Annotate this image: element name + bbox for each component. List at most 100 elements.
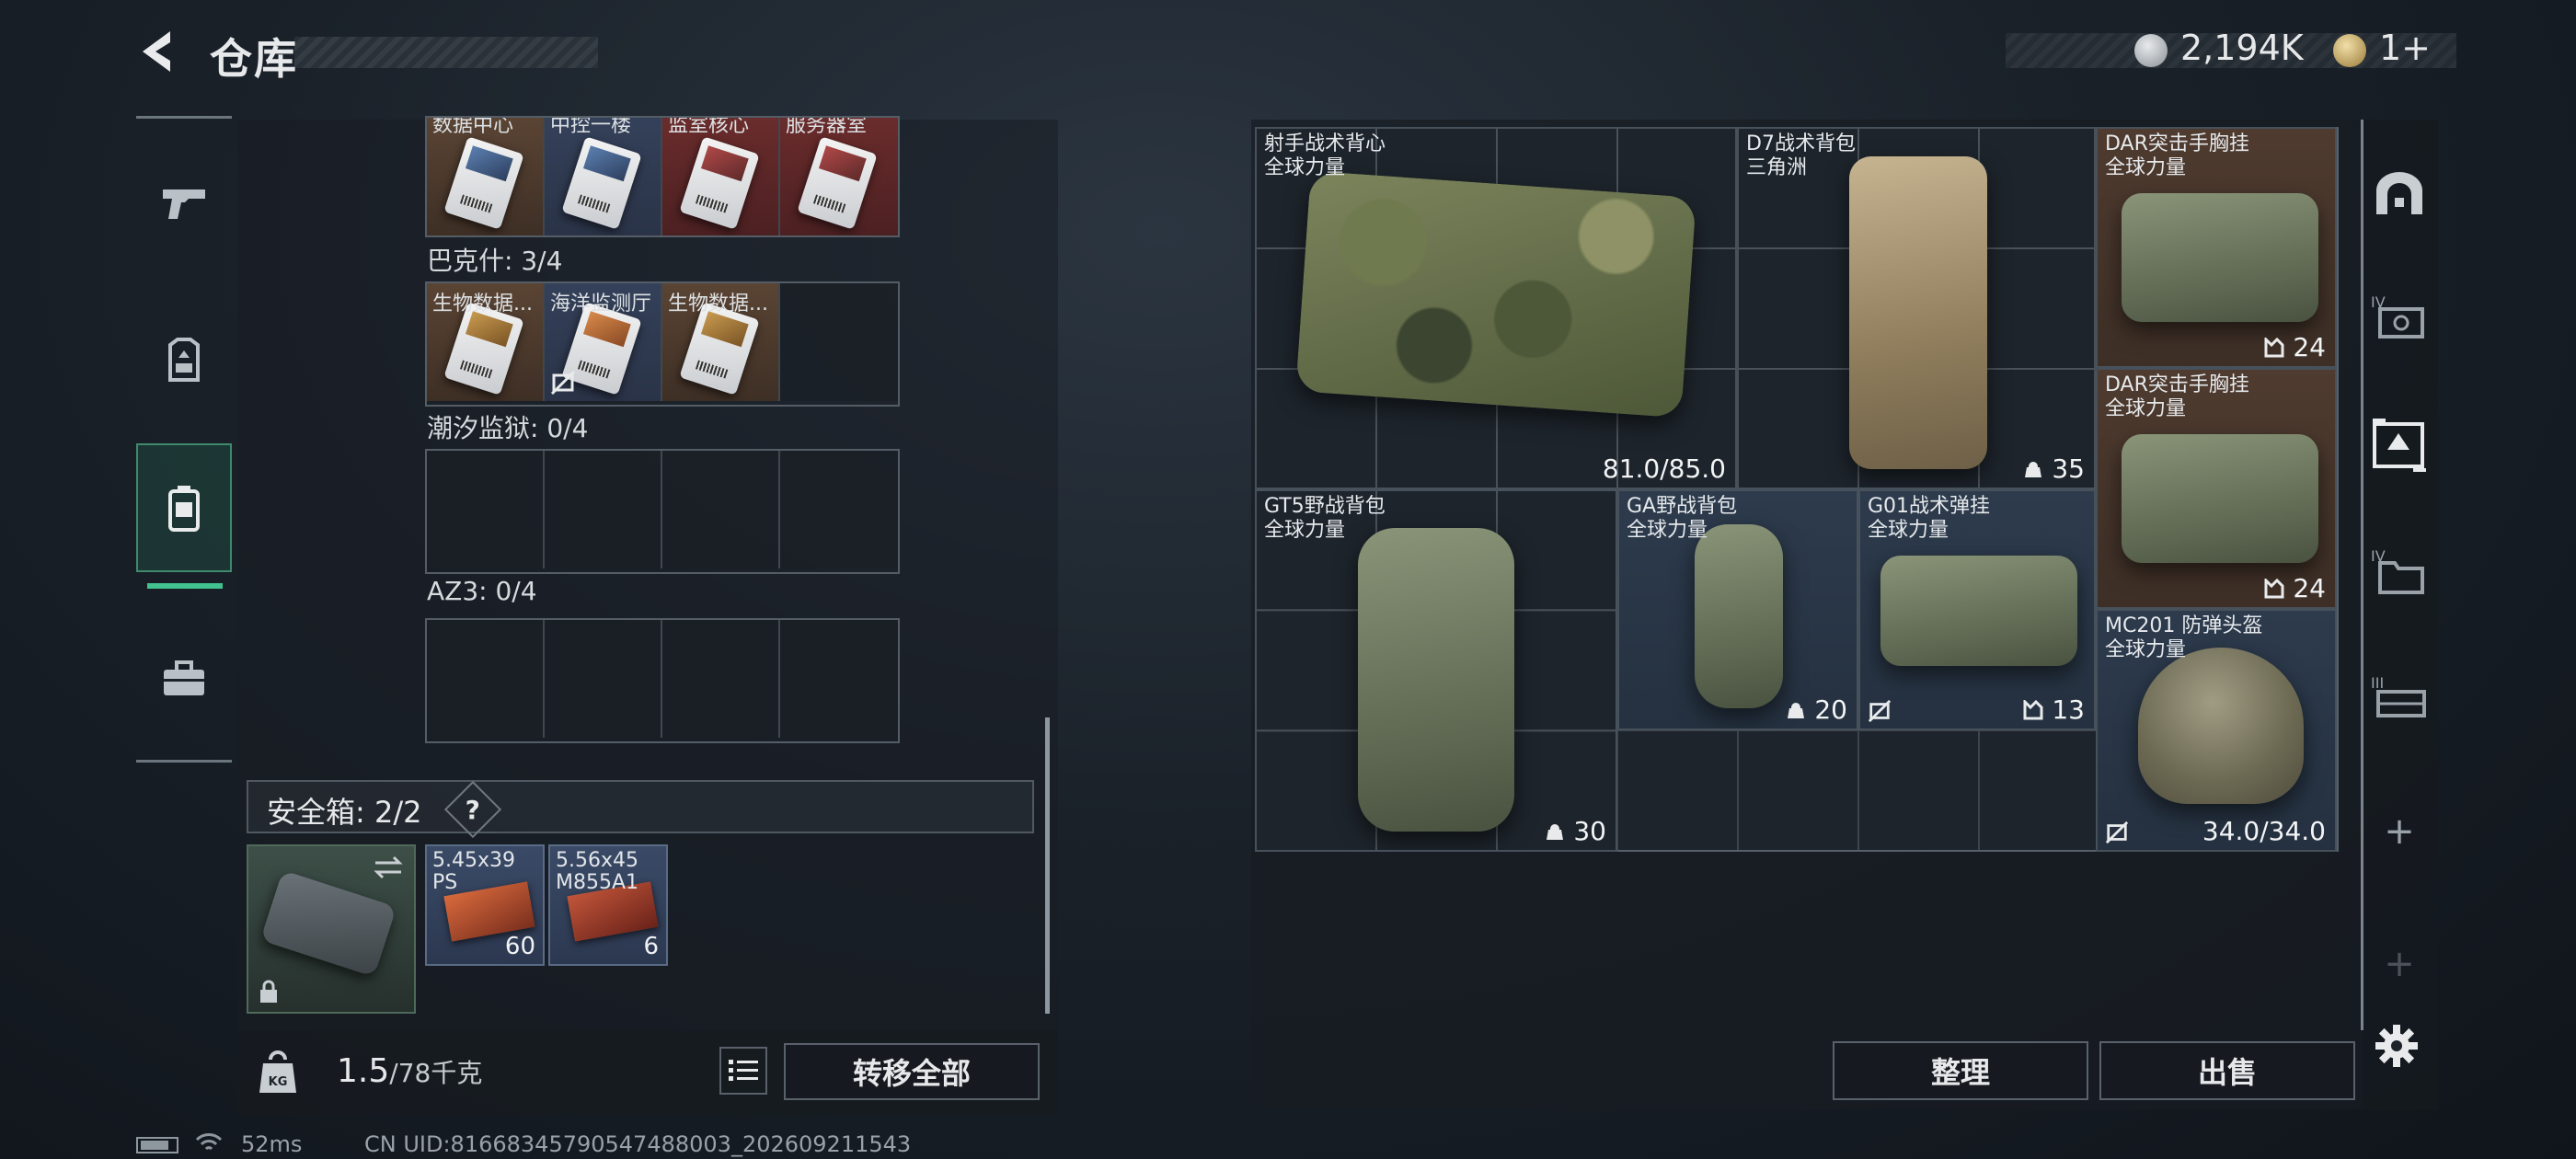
list-view-button[interactable] [719, 1047, 767, 1095]
svg-text:KG: KG [269, 1075, 288, 1089]
keycard-slot-empty[interactable] [427, 620, 545, 738]
transfer-all-button[interactable]: 转移全部 [784, 1043, 1040, 1100]
item-capacity: 35 [2023, 453, 2085, 484]
inventory-item-chest-rig[interactable]: DAR突击手胸挂 全球力量 24 [2096, 368, 2337, 609]
backpack-image [1358, 528, 1514, 832]
item-durability: 81.0/85.0 [1602, 453, 1726, 484]
ammo-slot[interactable]: 5.56x45 M855A1 6 [548, 844, 668, 966]
tab-container-active[interactable] [2366, 412, 2432, 478]
weight-readout: 1.5/78千克 [337, 1052, 482, 1090]
keycard-grid: 数据中心 中控一楼 监室核心 服务器室 [425, 116, 900, 237]
ping-readout: 52ms [241, 1131, 303, 1157]
ammo-count: 6 [643, 933, 659, 960]
sell-button[interactable]: 出售 [2099, 1041, 2355, 1100]
money-amount: 2,194K [2180, 28, 2304, 68]
keycard-slot-empty[interactable] [780, 620, 898, 738]
safe-box-slot[interactable] [247, 844, 416, 1014]
keycard-name: 服务器室 [786, 118, 868, 137]
stash-scrollbar[interactable] [1045, 717, 1050, 1014]
capacity-icon [1547, 824, 1564, 840]
nav-divider [136, 760, 232, 763]
tab-all-containers[interactable] [2366, 160, 2432, 226]
capacity-icon [1788, 703, 1805, 718]
keycard-slot[interactable]: 数据中心 [427, 118, 545, 235]
svg-text:III: III [2371, 674, 2384, 692]
keycard-slot[interactable]: 服务器室 [780, 118, 898, 235]
not-tradable-icon [550, 370, 576, 396]
gold-coin-icon [2333, 34, 2366, 67]
keycard-slot[interactable]: 监室核心 [662, 118, 780, 235]
item-durability: 34.0/34.0 [2202, 816, 2326, 846]
item-capacity: 24 [2264, 332, 2326, 362]
vest-image [1295, 170, 1696, 419]
settings-gear-icon[interactable] [2374, 1023, 2420, 1069]
weight-current: 1.5 [337, 1052, 390, 1090]
keycard-slot[interactable]: 中控一楼 [545, 118, 662, 235]
rig-capacity-icon [2264, 336, 2284, 358]
item-name: DAR突击手胸挂 全球力量 [2105, 373, 2249, 420]
ammo-count: 60 [504, 933, 535, 960]
keycard-slot-empty[interactable] [427, 451, 545, 568]
swap-icon [374, 855, 403, 879]
inventory-item-backpack[interactable]: GT5野战背包 全球力量 30 [1255, 489, 1617, 852]
item-name: GA野战背包 全球力量 [1627, 495, 1738, 542]
title-decoration [294, 37, 598, 68]
inventory-item-chest-rig[interactable]: DAR突击手胸挂 全球力量 24 [2096, 127, 2337, 368]
item-capacity: 24 [2264, 573, 2326, 603]
add-container-button[interactable]: + [2366, 798, 2432, 865]
keycard-name: 监室核心 [668, 118, 750, 137]
nav-tab-weapons[interactable] [136, 138, 232, 267]
inventory-item-vest[interactable]: 射手战术背心 全球力量 81.0/85.0 [1255, 127, 1737, 489]
item-capacity: 20 [1786, 694, 1847, 725]
keycard-slot-empty[interactable] [780, 283, 898, 401]
weight-icon: KG [258, 1049, 298, 1095]
keycard-slot-empty[interactable] [545, 451, 662, 568]
backpack-image [1849, 156, 1987, 469]
tab-container-iv[interactable]: IV [2366, 285, 2432, 351]
backpack-icon [168, 486, 200, 532]
capacity-value: 13 [2052, 694, 2085, 725]
keycard-slot-empty[interactable] [780, 451, 898, 568]
inventory-item-backpack[interactable]: D7战术背包 三角洲 35 [1737, 127, 2096, 489]
keycard-slot-empty[interactable] [662, 620, 780, 738]
nav-tab-toolbox[interactable] [136, 614, 232, 743]
keycard-slot[interactable]: 生物数据... [662, 283, 780, 401]
battery-icon [136, 1137, 178, 1153]
sort-button[interactable]: 整理 [1833, 1041, 2088, 1100]
nav-tab-gear[interactable] [136, 296, 232, 425]
keycard-slot[interactable]: 海洋监测厅 [545, 283, 662, 401]
keycard-slot[interactable]: 生物数据... [427, 283, 545, 401]
helmet-image [2138, 648, 2304, 804]
keycard-grid [425, 449, 900, 574]
tab-container-iv-folder[interactable]: IV [2366, 539, 2432, 605]
group-label: 巴克什: 3/4 [427, 246, 563, 276]
backpack-image [1695, 524, 1783, 708]
folder-iv-icon: IV [2371, 547, 2424, 594]
keycard-slot-empty[interactable] [662, 451, 780, 568]
capacity-value: 30 [1573, 816, 1606, 846]
tab-container-iii[interactable]: III [2366, 666, 2432, 732]
pistol-icon [163, 189, 205, 219]
list-icon [729, 1060, 758, 1081]
inventory-item-backpack[interactable]: GA野战背包 全球力量 20 [1617, 489, 1858, 730]
rig-capacity-icon [2023, 698, 2043, 720]
add-container-button-disabled: + [2384, 943, 2415, 985]
group-label: AZ3: 0/4 [427, 576, 537, 606]
crate-iii-icon: III [2371, 674, 2426, 717]
inventory-item-chest-rig[interactable]: G01战术弹挂 全球力量 13 [1858, 489, 2096, 730]
help-label: ? [465, 794, 481, 825]
armor-icon [168, 338, 200, 382]
rail-scrollbar[interactable] [2361, 120, 2363, 1030]
ammo-slot[interactable]: 5.45x39 PS 60 [425, 844, 545, 966]
keycard-image [443, 136, 524, 230]
keycard-slot-empty[interactable] [545, 620, 662, 738]
keycard-image [797, 136, 878, 230]
back-arrow-icon[interactable] [133, 26, 178, 77]
item-name: MC201 防弹头盔 全球力量 [2105, 614, 2263, 661]
not-tradable-icon [1868, 699, 1892, 723]
item-name: D7战术背包 三角洲 [1746, 132, 1856, 179]
ammo-name: 5.56x45 M855A1 [556, 849, 639, 894]
capacity-value: 24 [2293, 332, 2326, 362]
nav-tab-backpack[interactable] [136, 443, 232, 572]
inventory-item-helmet[interactable]: MC201 防弹头盔 全球力量 34.0/34.0 [2096, 609, 2337, 852]
